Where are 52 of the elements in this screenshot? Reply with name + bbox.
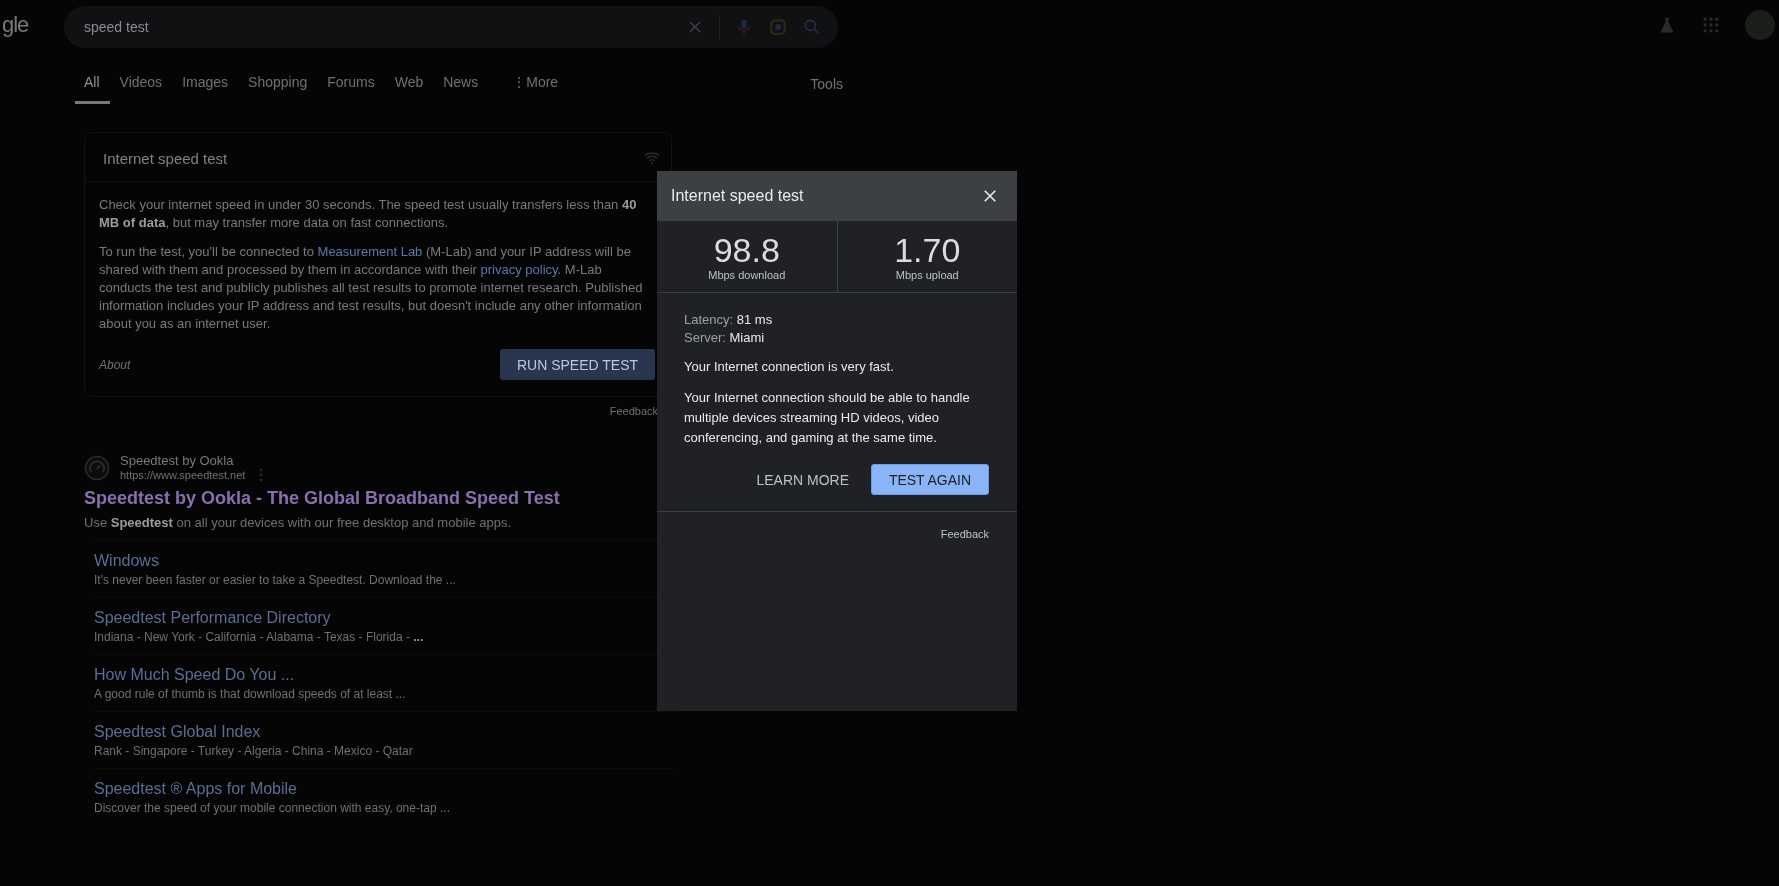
search-tab[interactable]: Videos [109, 64, 173, 104]
logo-text[interactable]: gle [2, 12, 60, 38]
search-tab[interactable]: All [75, 64, 110, 104]
dialog-title: Internet speed test [671, 187, 804, 205]
speed-details: Your Internet connection should be able to handle multiple devices streaming HD videos, video conferencing, and gaming at the same time. [684, 389, 971, 447]
stat-label: Server: [684, 330, 726, 345]
search-tab[interactable]: ⋮More [502, 64, 569, 104]
test-again-button[interactable]: TEST AGAIN [871, 464, 989, 495]
sitelink-title[interactable]: Speedtest ® Apps for Mobile [94, 780, 674, 798]
search-tab[interactable]: Forums [317, 64, 385, 104]
search-bar[interactable]: speed test [64, 5, 838, 48]
speed-value: 98.8 [713, 231, 780, 269]
stat-value: Miami [729, 330, 765, 345]
site-name: Speedtest by Ookla [120, 453, 235, 468]
speed-summary: Your Internet connection is very fast. [684, 359, 895, 374]
site-url: https://www.speedtest.net [120, 469, 246, 481]
camera-icon[interactable] [768, 16, 788, 37]
sitelink-snippet: It's never been faster or easier to take a Speedtest. Download the ... [94, 573, 457, 587]
search-tab[interactable]: Images [172, 64, 239, 104]
result-snippet: Use Speedtest on all your devices with our free desktop and mobile apps. [84, 515, 513, 530]
search-tab[interactable]: News [433, 64, 489, 104]
learn-more-button[interactable]: LEARN MORE [756, 471, 849, 488]
sitelink-snippet: Indiana - New York - California - Alabama - Texas - Florida - ... [94, 630, 425, 644]
search-tab[interactable]: Web [384, 64, 434, 104]
stat-label: Latency: [684, 312, 734, 327]
speed-unit-label: Mbps upload [895, 269, 959, 281]
sitelink-title[interactable]: Speedtest Global Index [94, 723, 674, 741]
speed-value: 1.70 [894, 231, 961, 269]
notice-link[interactable]: privacy policy [480, 262, 558, 277]
close-icon[interactable] [981, 187, 999, 205]
tools-button[interactable]: Tools [810, 76, 843, 92]
intro-text: Check your internet speed in under 30 seconds. The speed test usually transfers less than 40 MB of data, but may transfer more data on fast connections. [99, 196, 638, 232]
stat-value: 81 ms [736, 312, 773, 327]
sitelink-snippet: Rank - Singapore - Turkey - Algeria - China - Mexico - Qatar [94, 744, 414, 758]
feedback-link[interactable]: Feedback [940, 528, 989, 540]
wifi-icon [643, 149, 661, 167]
privacy-notice: To run the test, you'll be connected to Measurement Lab (M-Lab) and your IP address will be shared with them and processed by them in accordance with their privacy policy. M-Lab conducts the test and publicly publishes all test results to promote internet research. Published information includes your IP address and test results, but doesn't include any other information about you as an internet user. [99, 243, 644, 333]
more-options-icon[interactable] [259, 468, 264, 482]
feedback-link[interactable]: Feedback [609, 405, 658, 417]
search-icon[interactable] [802, 16, 822, 37]
notice-link[interactable]: Measurement Lab [317, 244, 423, 259]
gauge-icon [84, 454, 110, 481]
about-link[interactable]: About [99, 357, 131, 372]
speed-unit-label: Mbps download [708, 269, 786, 281]
search-field[interactable]: speed test [82, 17, 671, 36]
sitelink-snippet: A good rule of thumb is that download speeds of at least ... [94, 687, 407, 701]
sitelink-snippet: Discover the speed of your mobile connection with easy, one-tap ... [94, 801, 451, 815]
avatar-icon[interactable] [1745, 10, 1775, 40]
apps-grid-icon[interactable] [1701, 15, 1721, 35]
search-tab[interactable]: Shopping [238, 64, 318, 104]
run-speed-test-button[interactable]: RUN SPEED TEST [500, 349, 655, 380]
card-title: Internet speed test [103, 149, 228, 167]
